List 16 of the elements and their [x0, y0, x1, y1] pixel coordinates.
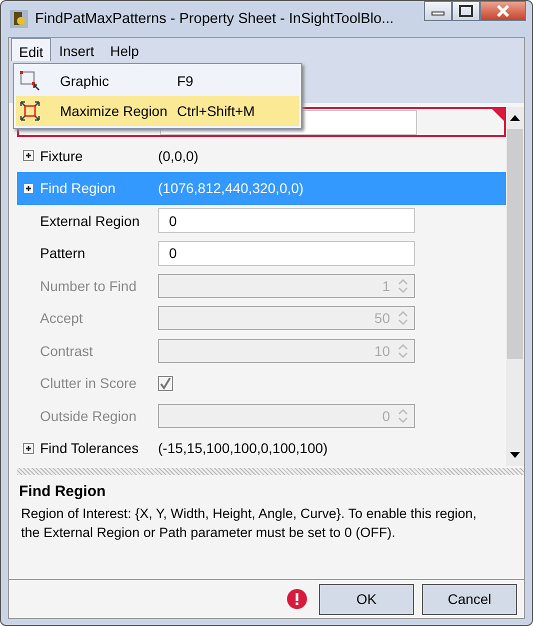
property-label: Find Region	[40, 180, 116, 196]
property-label: Accept	[39, 310, 84, 326]
property-label: Contrast	[39, 342, 94, 359]
property-label: Outside Region	[39, 408, 138, 424]
property-value: (0,0,0)	[158, 148, 198, 164]
property-value: (1076,812,440,320,0,0)	[158, 180, 304, 196]
property-label: External Region	[39, 212, 141, 229]
property-label: Find Tolerances	[40, 440, 140, 456]
property-label: Fixture	[40, 148, 84, 164]
window-title: FindPatMaxPatterns - Property Sheet - InSightToolBlo...	[35, 11, 394, 27]
description-text: Region of Interest: {X, Y, Width, Height, Angle, Curve}. To enable this region, the External Region or Path parameter must be set to 0 (OFF).	[20, 505, 478, 542]
property-label: Clutter in Score	[39, 375, 138, 392]
property-value: (-15,15,100,100,0,100,100)	[158, 440, 328, 456]
description-title: Find Region	[19, 483, 107, 500]
property-label: Number to Find	[39, 278, 138, 294]
property-label: Pattern	[39, 245, 86, 262]
